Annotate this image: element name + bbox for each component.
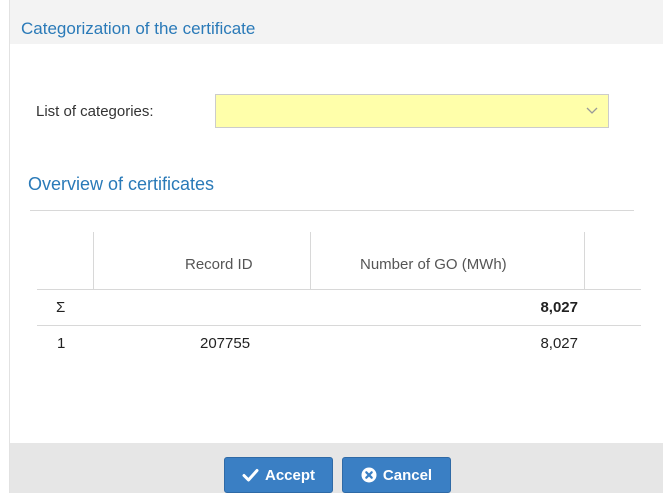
certificates-grid: Record ID Number of GO (MWh) Σ 8,027 1 2…	[37, 232, 641, 361]
checkmark-icon	[242, 469, 259, 482]
column-header-record-id[interactable]: Record ID	[185, 256, 253, 274]
grid-header: Record ID Number of GO (MWh)	[37, 232, 641, 289]
sum-row: Σ 8,027	[37, 289, 641, 326]
accept-label: Accept	[264, 466, 316, 484]
column-divider	[93, 232, 94, 289]
cancel-label: Cancel	[382, 466, 433, 484]
sum-symbol: Σ	[56, 299, 66, 316]
column-header-number-go[interactable]: Number of GO (MWh)	[360, 256, 507, 274]
section-divider	[30, 210, 634, 211]
column-divider	[310, 232, 311, 289]
row-index: 1	[57, 335, 66, 352]
categories-label: List of categories:	[36, 103, 154, 120]
overview-title: Overview of certificates	[28, 174, 215, 194]
dialog-title: Categorization of the certificate	[21, 19, 256, 38]
column-divider	[584, 232, 585, 289]
categorization-dialog: Categorization of the certificate List o…	[9, 0, 663, 493]
categories-select[interactable]	[215, 94, 609, 128]
dialog-header: Categorization of the certificate	[10, 0, 663, 44]
dialog-footer: Accept Cancel	[10, 443, 663, 493]
row-record-id: 207755	[200, 335, 251, 352]
sum-number-go: 8,027	[540, 299, 578, 316]
chevron-down-icon	[586, 107, 598, 114]
cancel-button[interactable]: Cancel	[342, 457, 451, 493]
close-circle-icon	[361, 467, 377, 483]
row-number-go: 8,027	[540, 335, 578, 352]
table-row[interactable]: 1 207755 8,027	[37, 326, 641, 361]
accept-button[interactable]: Accept	[224, 457, 333, 493]
